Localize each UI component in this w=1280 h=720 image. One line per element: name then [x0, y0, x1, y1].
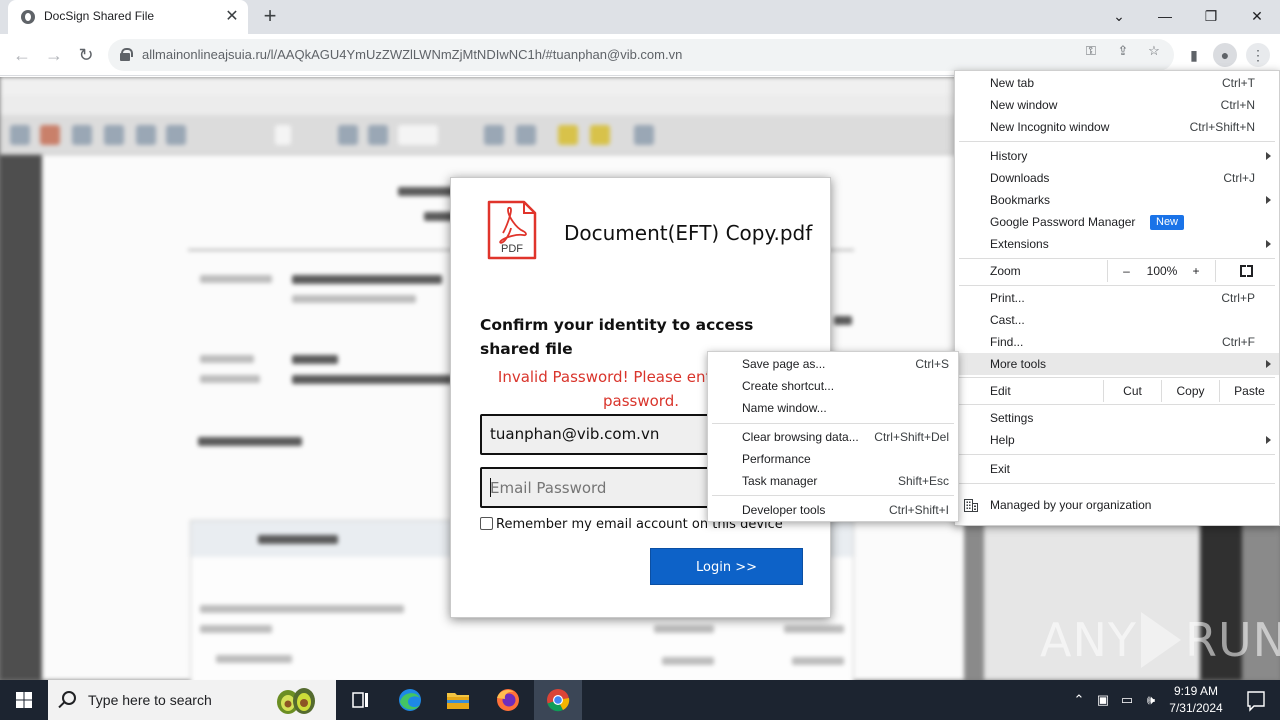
more-tools-submenu: Save page as... Ctrl+S Create shortcut...…: [707, 351, 959, 522]
menu-new-tab[interactable]: New tab Ctrl+T: [955, 72, 1279, 94]
watermark-left: ANY: [1040, 613, 1137, 667]
file-explorer-icon[interactable]: [434, 680, 482, 720]
network-icon[interactable]: ▭: [1118, 691, 1136, 709]
zoom-in-button[interactable]: +: [1179, 260, 1213, 282]
windows-taskbar: Type here to search ⌃ ▣ ▭ 🕪 9:19 AM 7/31…: [0, 680, 1280, 720]
submenu-arrow-icon: [1266, 240, 1271, 248]
submenu-task-manager[interactable]: Task manager Shift+Esc: [708, 470, 958, 492]
login-button[interactable]: Login >>: [650, 548, 803, 585]
menu-help[interactable]: Help: [955, 429, 1279, 451]
forward-arrow-icon[interactable]: →: [42, 43, 66, 67]
menu-print[interactable]: Print... Ctrl+P: [955, 287, 1279, 309]
close-tab-icon[interactable]: ✕: [222, 7, 242, 27]
play-logo-icon: [1140, 612, 1181, 668]
new-tab-button[interactable]: +: [258, 5, 282, 29]
submenu-arrow-icon: [1266, 152, 1271, 160]
copy-button[interactable]: Copy: [1161, 380, 1219, 402]
menu-more-tools[interactable]: More tools: [955, 353, 1279, 375]
tab-search-chevron-icon[interactable]: ⌄: [1105, 3, 1133, 29]
menu-downloads[interactable]: Downloads Ctrl+J: [955, 167, 1279, 189]
firefox-icon[interactable]: [484, 680, 532, 720]
submenu-performance[interactable]: Performance: [708, 448, 958, 470]
browser-tab[interactable]: DocSign Shared File ✕: [8, 0, 248, 34]
watermark-right: RUN: [1184, 613, 1280, 667]
tab-title: DocSign Shared File: [44, 9, 155, 23]
submenu-arrow-icon: [1266, 360, 1271, 368]
profile-avatar-icon[interactable]: ●: [1213, 43, 1237, 67]
menu-bookmarks[interactable]: Bookmarks: [955, 189, 1279, 211]
globe-icon: [21, 10, 35, 24]
restore-icon[interactable]: ❐: [1197, 3, 1225, 29]
share-icon[interactable]: ⇪: [1114, 42, 1132, 60]
menu-settings[interactable]: Settings: [955, 407, 1279, 429]
lock-icon[interactable]: [120, 48, 133, 61]
anyrun-watermark: ANY RUN: [1040, 612, 1280, 672]
back-arrow-icon[interactable]: ←: [10, 43, 34, 67]
menu-new-incognito-window[interactable]: New Incognito window Ctrl+Shift+N: [955, 116, 1279, 138]
pdf-icon-label: PDF: [501, 243, 523, 255]
chrome-main-menu: New tab Ctrl+T New window Ctrl+N New Incog…: [954, 70, 1280, 526]
submenu-arrow-icon: [1266, 196, 1271, 204]
menu-extensions[interactable]: Extensions: [955, 233, 1279, 255]
submenu-create-shortcut[interactable]: Create shortcut...: [708, 375, 958, 397]
task-view-icon[interactable]: [336, 680, 384, 720]
network-device-icon[interactable]: ▣: [1094, 691, 1112, 709]
menu-zoom-row: Zoom – 100% +: [955, 260, 1279, 282]
menu-password-manager[interactable]: Google Password Manager New: [955, 211, 1279, 233]
new-badge: New: [1150, 215, 1185, 230]
chrome-menu-kebab-icon[interactable]: ⋮: [1246, 43, 1270, 67]
menu-new-window[interactable]: New window Ctrl+N: [955, 94, 1279, 116]
search-icon: [62, 691, 76, 705]
bookmark-star-icon[interactable]: ☆: [1145, 42, 1163, 60]
address-bar[interactable]: allmainonlineajsuia.ru/l/AAQkAGU4YmUzZWZ…: [108, 39, 1174, 71]
edge-browser-icon[interactable]: [386, 680, 434, 720]
taskbar-clock[interactable]: 9:19 AM 7/31/2024: [1160, 683, 1232, 717]
url-text: allmainonlineajsuia.ru/l/AAQkAGU4YmUzZWZ…: [142, 47, 683, 62]
menu-history[interactable]: History: [955, 145, 1279, 167]
text-caret: [490, 478, 491, 497]
menu-edit-row: Edit Cut Copy Paste: [955, 380, 1279, 402]
show-hidden-icons-chevron[interactable]: ⌃: [1070, 691, 1088, 709]
menu-exit[interactable]: Exit: [955, 458, 1279, 480]
notifications-icon[interactable]: [1232, 680, 1280, 720]
windows-start-icon[interactable]: [0, 680, 48, 720]
minimize-icon[interactable]: —: [1151, 3, 1179, 29]
volume-icon[interactable]: 🕪: [1142, 691, 1160, 709]
submenu-developer-tools[interactable]: Developer tools Ctrl+Shift+I: [708, 499, 958, 521]
zoom-out-button[interactable]: –: [1107, 260, 1145, 282]
menu-managed-by-org[interactable]: Managed by your organization: [955, 494, 1279, 516]
zoom-level: 100%: [1146, 264, 1178, 278]
close-window-icon[interactable]: ✕: [1243, 3, 1271, 29]
tab-strip: DocSign Shared File ✕ + ⌄ — ❐ ✕: [0, 0, 1280, 34]
reload-icon[interactable]: ↻: [74, 43, 98, 67]
key-icon[interactable]: ⚿: [1082, 42, 1100, 60]
submenu-save-page[interactable]: Save page as... Ctrl+S: [708, 353, 958, 375]
building-icon: [964, 499, 978, 512]
cut-button[interactable]: Cut: [1103, 380, 1161, 402]
paste-button[interactable]: Paste: [1219, 380, 1279, 402]
submenu-arrow-icon: [1266, 436, 1271, 444]
submenu-name-window[interactable]: Name window...: [708, 397, 958, 419]
side-panel-icon[interactable]: ▮: [1182, 43, 1206, 67]
submenu-clear-browsing-data[interactable]: Clear browsing data... Ctrl+Shift+Del: [708, 426, 958, 448]
avocado-search-highlight-icon: [277, 688, 315, 714]
pdf-file-icon: PDF: [487, 200, 537, 260]
menu-cast[interactable]: Cast...: [955, 309, 1279, 331]
chrome-taskbar-icon[interactable]: [534, 680, 582, 720]
clock-time: 9:19 AM: [1173, 684, 1219, 698]
clock-date: 7/31/2024: [1169, 701, 1223, 715]
menu-find[interactable]: Find... Ctrl+F: [955, 331, 1279, 353]
document-name: Document(EFT) Copy.pdf: [564, 221, 813, 245]
taskbar-search-placeholder: Type here to search: [88, 692, 212, 708]
taskbar-search-box[interactable]: Type here to search: [48, 680, 336, 720]
remember-checkbox[interactable]: [480, 517, 493, 530]
